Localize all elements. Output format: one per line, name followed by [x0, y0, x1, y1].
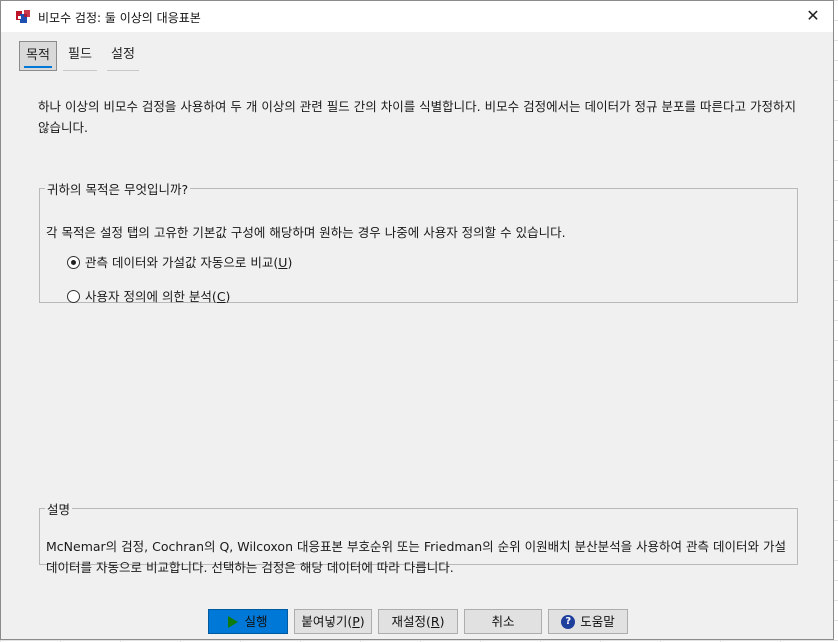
dialog-description: 하나 이상의 비모수 검정을 사용하여 두 개 이상의 관련 필드 간의 차이를…: [38, 99, 796, 135]
play-icon: [228, 615, 239, 628]
window-title: 비모수 검정: 둘 이상의 대응표본: [38, 11, 201, 25]
run-button[interactable]: 실행: [208, 609, 288, 634]
radio-selected-icon[interactable]: [67, 256, 80, 269]
description-legend: 설명: [47, 502, 71, 517]
close-icon: ✕: [806, 6, 820, 25]
spss-app-icon: [15, 9, 31, 25]
close-button[interactable]: ✕: [801, 5, 825, 27]
radio-unselected-icon[interactable]: [67, 290, 80, 303]
purpose-group: 귀하의 목적은 무엇입니까? 각 목적은 설정 탭의 고유한 기본값 구성에 해…: [39, 179, 798, 304]
nonparametric-dialog: 비모수 검정: 둘 이상의 대응표본 ✕ 목적 필드 설정 하나 이상의 비모수…: [0, 0, 834, 640]
paste-button[interactable]: 붙여넣기(P): [294, 609, 372, 634]
description-group: 설명 McNemar의 검정, Cochran의 Q, Wilcoxon 대응표…: [39, 499, 798, 575]
description-text: McNemar의 검정, Cochran의 Q, Wilcoxon 대응표본 부…: [46, 539, 786, 575]
reset-button[interactable]: 재설정(R): [378, 609, 458, 634]
help-button[interactable]: ? 도움말: [548, 609, 628, 634]
title-bar: 비모수 검정: 둘 이상의 대응표본 ✕: [1, 1, 833, 32]
purpose-note: 각 목적은 설정 탭의 고유한 기본값 구성에 해당하며 원하는 경우 나중에 …: [46, 225, 566, 240]
tab-settings[interactable]: 설정: [105, 41, 141, 71]
cancel-button[interactable]: 취소: [464, 609, 542, 634]
tab-fields[interactable]: 필드: [61, 41, 99, 71]
radio-custom-analysis[interactable]: 사용자 정의에 의한 분석(C): [67, 287, 230, 307]
purpose-legend: 귀하의 목적은 무엇입니까?: [47, 182, 189, 197]
tab-purpose[interactable]: 목적: [19, 41, 57, 71]
help-icon: ?: [561, 614, 576, 629]
radio-auto-compare[interactable]: 관측 데이터와 가설값 자동으로 비교(U): [67, 253, 292, 273]
